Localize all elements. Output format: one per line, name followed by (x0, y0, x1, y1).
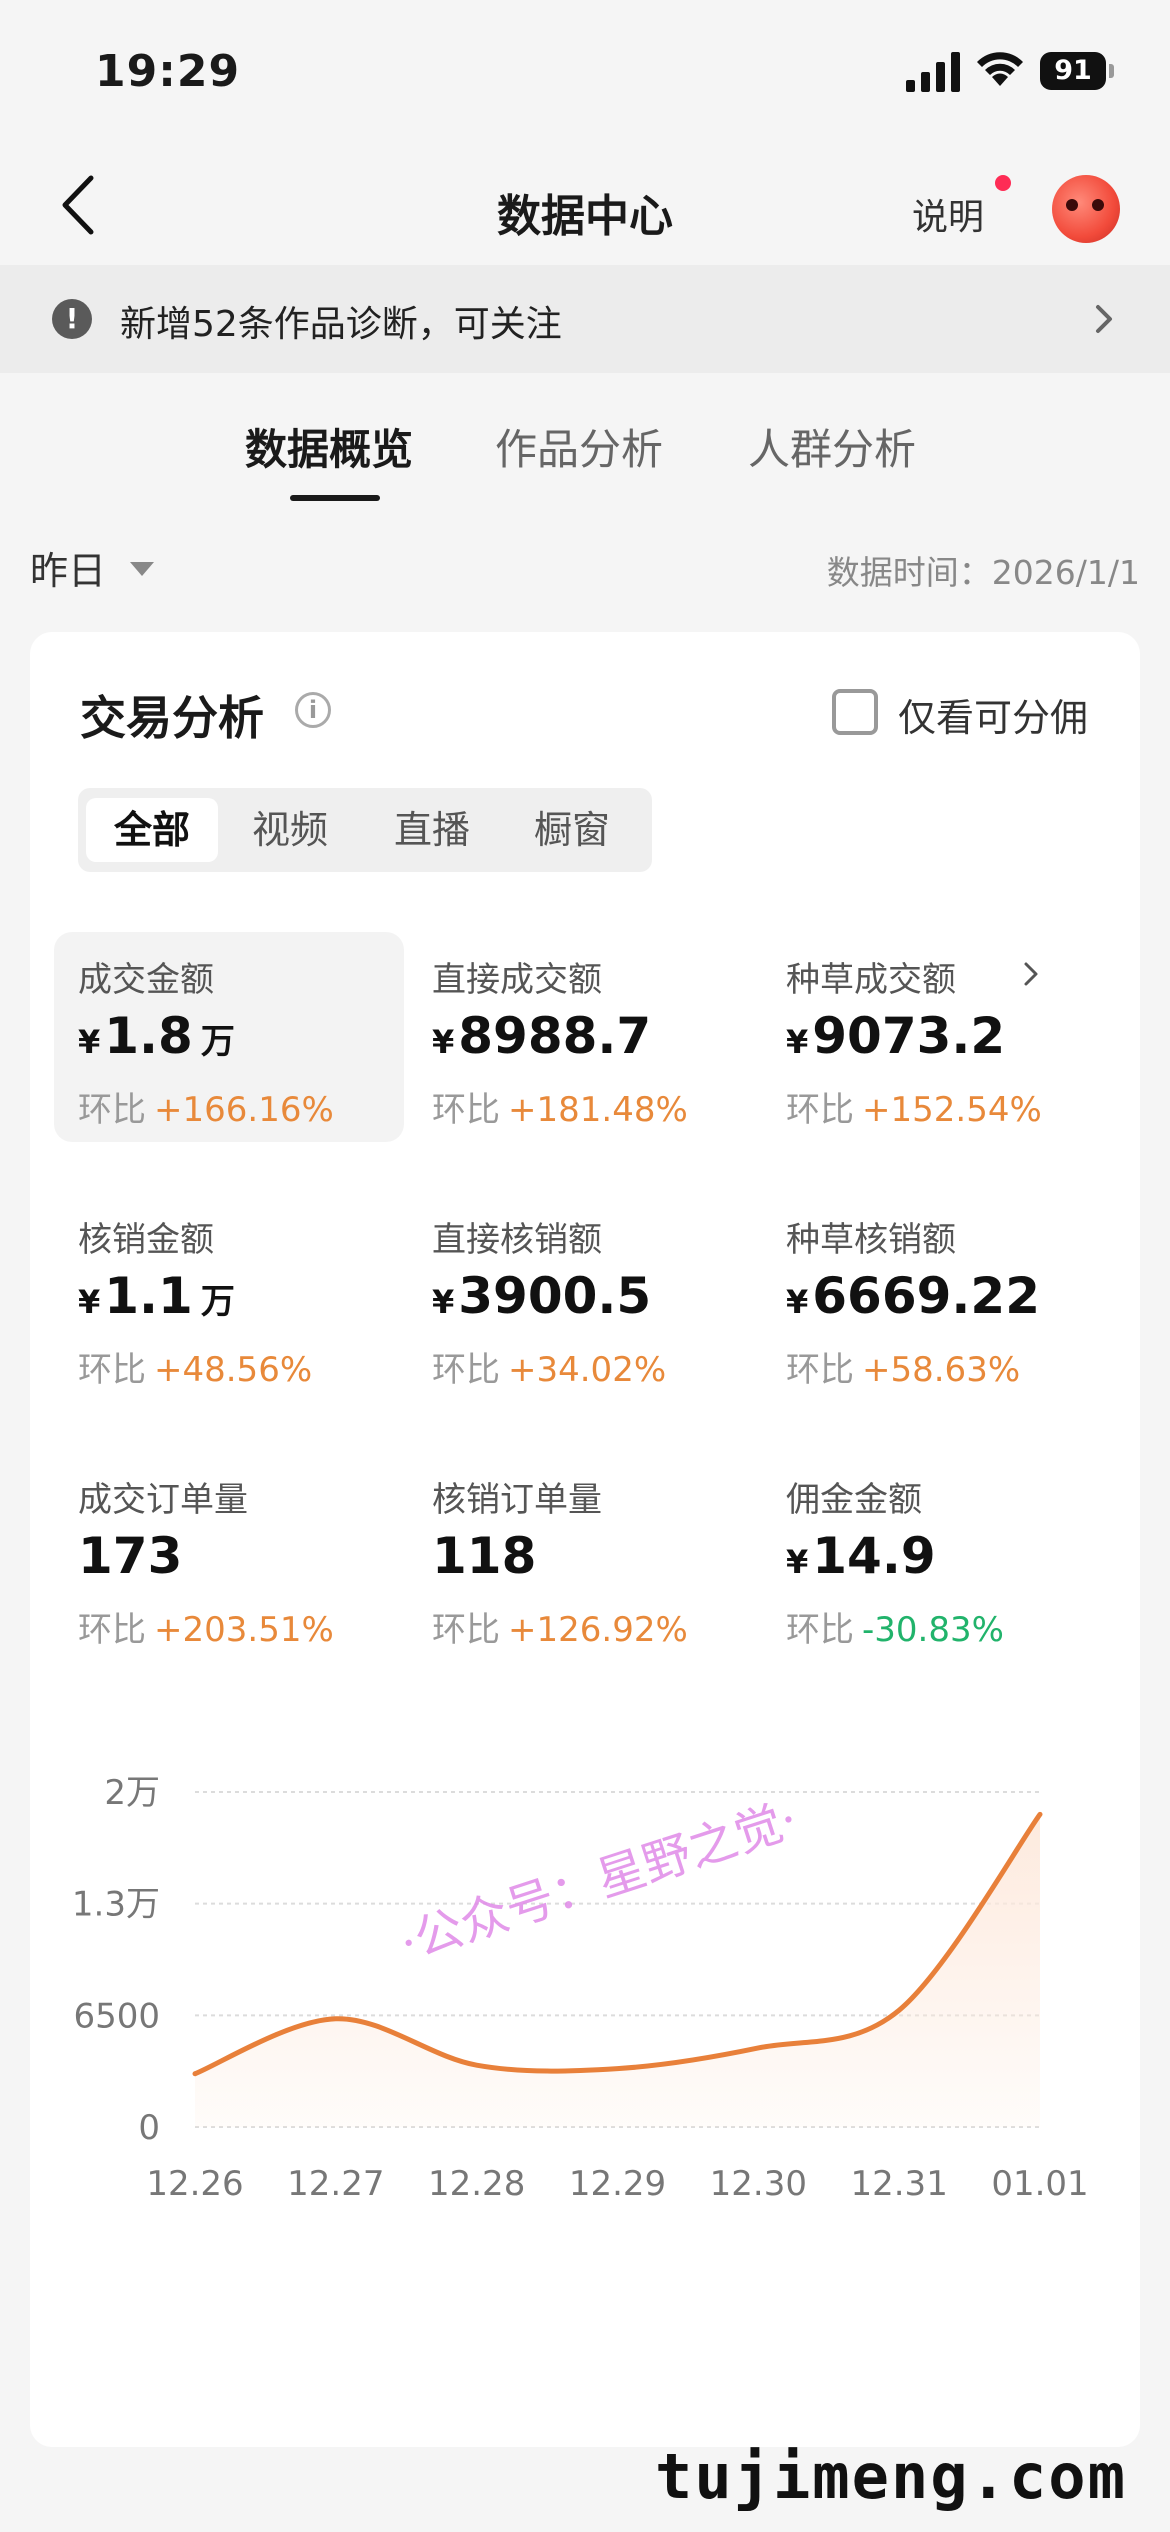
notification-dot (995, 175, 1011, 191)
tab-active-indicator (290, 495, 380, 501)
metric-verified-orders[interactable]: 核销订单量 118 环比 +126.92% (408, 1452, 758, 1662)
y-tick-label: 0 (138, 2108, 160, 2148)
battery-level: 91 (1040, 52, 1106, 90)
metric-gmv[interactable]: 成交金额 ¥1.8 万 环比 +166.16% (54, 932, 404, 1142)
x-tick-label: 12.27 (287, 2164, 384, 2204)
segment-video[interactable]: 视频 (224, 798, 356, 862)
avatar[interactable] (1052, 175, 1120, 243)
commission-only-checkbox[interactable] (832, 689, 878, 735)
notice-text: 新增52条作品诊断，可关注 (120, 304, 562, 345)
metric-value: 118 (432, 1527, 537, 1585)
site-watermark: tujimeng.com (655, 2440, 1127, 2513)
y-tick-label: 2万 (104, 1773, 160, 1813)
metric-change: 环比 -30.83% (786, 1610, 1004, 1650)
metric-change: 环比 +203.51% (78, 1610, 334, 1650)
channel-segment-control: 全部 视频 直播 橱窗 (78, 788, 652, 872)
segment-all[interactable]: 全部 (86, 798, 218, 862)
metric-change: 环比 +58.63% (786, 1350, 1021, 1390)
metric-value: ¥14.9 (786, 1527, 936, 1585)
x-tick-label: 12.31 (850, 2164, 947, 2204)
x-tick-label: 12.26 (146, 2164, 243, 2204)
metric-commission[interactable]: 佣金金额 ¥14.9 环比 -30.83% (762, 1452, 1112, 1662)
data-time: 数据时间：2026/1/1 (826, 553, 1140, 592)
segment-live[interactable]: 直播 (366, 798, 498, 862)
segment-showcase[interactable]: 橱窗 (506, 798, 638, 862)
metric-label: 核销订单量 (432, 1480, 602, 1520)
y-tick-label: 1.3万 (72, 1885, 160, 1925)
x-tick-label: 12.30 (710, 2164, 807, 2204)
trade-analysis-card: 交易分析 i 仅看可分佣 全部 视频 直播 橱窗 成交金额 ¥1.8 万 环比 +1… (30, 632, 1140, 2447)
metric-direct-gmv[interactable]: 直接成交额 ¥8988.7 环比 +181.48% (408, 932, 758, 1142)
x-tick-label: 12.28 (428, 2164, 525, 2204)
checkbox-label[interactable]: 仅看可分佣 (898, 687, 1088, 742)
metric-label: 种草核销额 (786, 1220, 956, 1260)
trend-chart[interactable]: 0 6500 1.3万 2万 12.26 12.27 12.28 12.29 12.30 12.3… (30, 1732, 1140, 2422)
metric-verified-amount[interactable]: 核销金额 ¥1.1 万 环比 +48.56% (54, 1192, 404, 1402)
tab-works-analysis[interactable]: 作品分析 (495, 416, 663, 477)
info-icon[interactable]: i (295, 692, 331, 728)
metric-value: 173 (78, 1527, 183, 1585)
chevron-right-icon (1024, 962, 1038, 986)
tab-overview[interactable]: 数据概览 (245, 416, 413, 477)
metric-label: 成交订单量 (78, 1480, 248, 1520)
metric-change: 环比 +34.02% (432, 1350, 667, 1390)
status-bar: 19:29 91 (0, 0, 1170, 140)
cellular-signal-icon (906, 52, 960, 92)
metric-change: 环比 +152.54% (786, 1090, 1042, 1130)
page-title: 数据中心 (497, 191, 673, 242)
metric-value: ¥1.1 万 (78, 1267, 235, 1325)
metric-change: 环比 +48.56% (78, 1350, 313, 1390)
notice-banner[interactable]: ! 新增52条作品诊断，可关注 (0, 265, 1170, 373)
metric-label: 佣金金额 (786, 1480, 922, 1520)
metric-direct-verified[interactable]: 直接核销额 ¥3900.5 环比 +34.02% (408, 1192, 758, 1402)
date-range-select[interactable]: 昨日 (30, 540, 106, 595)
chevron-right-icon (1096, 305, 1112, 333)
card-title: 交易分析 (80, 691, 264, 745)
metric-value: ¥1.8 万 (78, 1007, 235, 1065)
x-tick-label: 01.01 (991, 2164, 1088, 2204)
metric-value: ¥6669.22 (786, 1267, 1040, 1325)
metric-orders[interactable]: 成交订单量 173 环比 +203.51% (54, 1452, 404, 1662)
date-row: 昨日 数据时间：2026/1/1 (0, 540, 1170, 600)
status-time: 19:29 (95, 46, 241, 97)
help-link[interactable]: 说明 (912, 188, 984, 240)
battery-icon: 91 (1040, 52, 1114, 90)
wifi-icon (977, 52, 1023, 86)
metric-value: ¥9073.2 (786, 1007, 1006, 1065)
alert-icon: ! (52, 299, 92, 339)
metric-label: 种草成交额 (786, 960, 956, 1000)
metric-label: 成交金额 (78, 960, 214, 1000)
x-tick-label: 12.29 (569, 2164, 666, 2204)
metric-label: 直接核销额 (432, 1220, 602, 1260)
metric-value: ¥8988.7 (432, 1007, 652, 1065)
metric-seeding-verified[interactable]: 种草核销额 ¥6669.22 环比 +58.63% (762, 1192, 1112, 1402)
metric-change: 环比 +181.48% (432, 1090, 688, 1130)
caret-down-icon[interactable] (130, 562, 154, 576)
trend-chart-svg: 0 6500 1.3万 2万 12.26 12.27 12.28 12.29 12.30 12.3… (72, 1773, 1089, 2204)
metric-change: 环比 +166.16% (78, 1090, 334, 1130)
metric-change: 环比 +126.92% (432, 1610, 688, 1650)
tab-audience-analysis[interactable]: 人群分析 (748, 416, 916, 477)
tab-bar: 数据概览 作品分析 人群分析 (0, 410, 1170, 510)
metric-value: ¥3900.5 (432, 1267, 652, 1325)
y-tick-label: 6500 (73, 1996, 160, 2036)
nav-bar: 数据中心 说明 (0, 150, 1170, 265)
metric-seeding-gmv[interactable]: 种草成交额 ¥9073.2 环比 +152.54% (762, 932, 1112, 1142)
metric-label: 直接成交额 (432, 960, 602, 1000)
metric-label: 核销金额 (78, 1220, 214, 1260)
